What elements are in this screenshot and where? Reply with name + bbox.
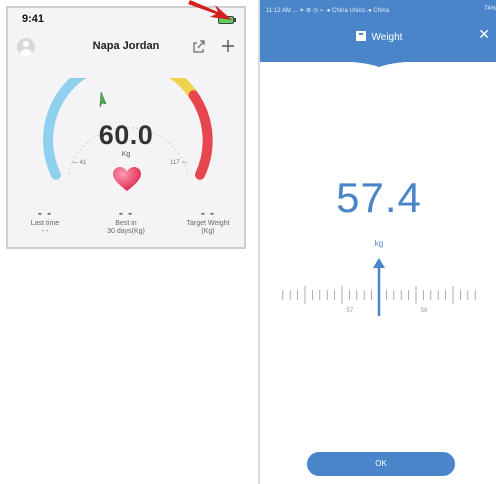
ok-button[interactable]: OK xyxy=(307,452,455,476)
stat-label-sub: - - xyxy=(41,228,49,235)
plus-icon[interactable] xyxy=(220,38,236,54)
weight-ruler-slider[interactable]: 57 58 xyxy=(260,256,496,316)
ruler-label-57: 57 xyxy=(347,308,354,314)
scale-icon xyxy=(355,31,366,41)
range-min-value: 41 xyxy=(79,160,87,166)
stat-target-weight[interactable]: - - Target Weight (Kg) xyxy=(178,206,238,236)
ruler-label-58: 58 xyxy=(421,308,428,314)
weight-header: 11:12 AM ... ✶ ⚙ ◷ ⌁ .● China Unico .● C… xyxy=(260,0,496,62)
share-icon[interactable] xyxy=(191,38,207,54)
weight-value: 60.0 xyxy=(98,120,154,150)
stat-best-30-days: - - Best in 30 days(Kg) xyxy=(96,206,156,236)
stat-value: - - xyxy=(37,206,53,220)
right-phone-screen: 11:12 AM ... ✶ ⚙ ◷ ⌁ .● China Unico .● C… xyxy=(258,0,496,484)
red-arrow-annotation xyxy=(188,0,232,20)
header-title: Weight xyxy=(260,31,496,43)
battery-percent: 74% xyxy=(483,6,496,12)
range-max: 117 — xyxy=(170,160,188,166)
stats-row: - - Last time - - - - Best in 30 days(Kg… xyxy=(8,206,244,246)
stat-label-sub: 30 days(Kg) xyxy=(107,228,145,235)
weight-unit: kg xyxy=(374,239,384,248)
range-max-value: 117 xyxy=(170,160,180,166)
stat-label-sub: (Kg) xyxy=(201,228,215,235)
stat-value: - - xyxy=(118,206,134,220)
stat-label: Best in xyxy=(115,220,137,227)
weight-value: 57.4 xyxy=(336,174,422,221)
title-text: Weight xyxy=(371,32,403,43)
header-wave xyxy=(260,55,496,67)
status-bar: 11:12 AM ... ✶ ⚙ ◷ ⌁ .● China Unico .● C… xyxy=(266,8,390,14)
stat-label: Last time xyxy=(30,220,60,227)
range-min: — 41 xyxy=(72,160,87,166)
status-time: 9:41 xyxy=(22,13,45,25)
left-phone-screen: 9:41 Napa Jordan 60.0 Kg — 41 117 — - - … xyxy=(6,6,246,249)
weight-unit: Kg xyxy=(121,151,131,158)
user-name: Napa Jordan xyxy=(92,40,160,52)
stat-value: - - xyxy=(200,206,216,220)
close-icon[interactable]: ✕ xyxy=(478,27,490,41)
left-header: Napa Jordan xyxy=(8,36,244,66)
heart-icon xyxy=(113,167,141,191)
stat-last-time: - - Last time - - xyxy=(22,206,68,236)
stat-label: Target Weight xyxy=(186,220,230,227)
